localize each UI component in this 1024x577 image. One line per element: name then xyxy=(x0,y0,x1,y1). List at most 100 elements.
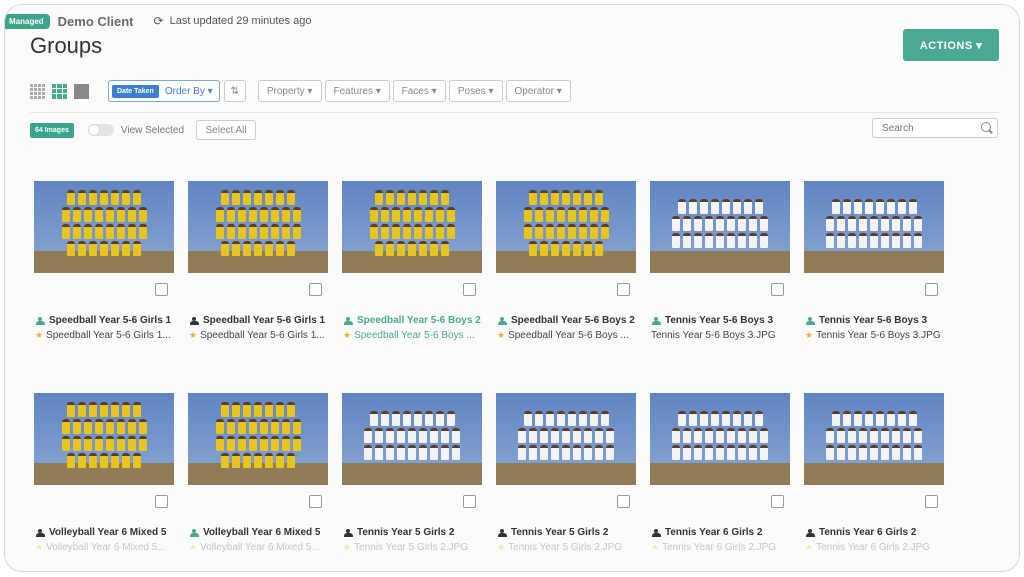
group-card[interactable]: Speedball Year 5-6 Boys 2 ★ Speedball Year… xyxy=(496,181,636,341)
select-checkbox[interactable] xyxy=(925,495,938,508)
grid-large-icon[interactable] xyxy=(74,83,89,99)
file-name: ★ Tennis Year 5 Girls 2.JPG xyxy=(497,542,641,553)
group-icon xyxy=(189,316,200,325)
select-checkbox[interactable] xyxy=(771,495,784,508)
divider xyxy=(30,112,1000,113)
image-count-badge: 64 Images xyxy=(30,122,74,138)
group-photo-thumbnail[interactable] xyxy=(342,181,482,273)
group-photo-thumbnail[interactable] xyxy=(342,393,482,485)
managed-badge: Managed xyxy=(5,13,50,29)
group-photo-thumbnail[interactable] xyxy=(188,393,328,485)
group-name[interactable]: Tennis Year 5 Girls 2 xyxy=(343,527,489,538)
page-title: Groups xyxy=(30,33,103,58)
star-icon: ★ xyxy=(805,330,814,340)
view-selected-toggle[interactable] xyxy=(87,124,114,136)
file-name: ★ Tennis Year 6 Girls 2.JPG xyxy=(805,542,949,553)
grid-small-icon[interactable] xyxy=(30,83,45,99)
group-card[interactable]: Tennis Year 5 Girls 2 ★ Tennis Year 5 Girl… xyxy=(342,393,482,553)
group-card[interactable]: Tennis Year 6 Girls 2 ★ Tennis Year 6 Girl… xyxy=(804,393,944,553)
view-selected-label: View Selected xyxy=(120,124,185,136)
group-card[interactable]: Tennis Year 5-6 Boys 3 ★ Tennis Year 5-6 B… xyxy=(804,181,944,341)
group-card[interactable]: Tennis Year 6 Girls 2 ★ Tennis Year 6 Girl… xyxy=(650,393,790,553)
group-photo-thumbnail[interactable] xyxy=(804,393,944,485)
client-name[interactable]: Demo Client xyxy=(58,14,134,29)
grid-medium-icon[interactable] xyxy=(52,83,67,99)
star-icon: ★ xyxy=(343,330,352,340)
group-icon xyxy=(497,316,508,325)
group-photo-thumbnail[interactable] xyxy=(804,181,944,273)
group-name[interactable]: Volleyball Year 6 Mixed 5 xyxy=(189,527,335,538)
group-photo-thumbnail[interactable] xyxy=(650,393,790,485)
toolbar: Date Taken Order By ▾ ⇅ Property ▾ Featu… xyxy=(30,80,571,102)
file-name-text: Speedball Year 5-6 Girls 1... xyxy=(46,330,171,341)
select-all-button[interactable]: Select All xyxy=(196,120,257,140)
group-card[interactable]: Volleyball Year 6 Mixed 5 ★ Volleyball Yea… xyxy=(34,393,174,553)
group-photo-thumbnail[interactable] xyxy=(34,181,174,273)
features-filter[interactable]: Features ▾ xyxy=(324,80,390,102)
group-name-text: Speedball Year 5-6 Boys 2 xyxy=(357,315,481,326)
file-name: Tennis Year 5-6 Boys 3.JPG xyxy=(651,330,795,341)
group-name[interactable]: Speedball Year 5-6 Boys 2 xyxy=(343,315,489,326)
operator-filter[interactable]: Operator ▾ xyxy=(505,80,571,102)
group-name-text: Speedball Year 5-6 Girls 1 xyxy=(203,315,326,326)
select-checkbox[interactable] xyxy=(925,283,938,296)
group-name-text: Volleyball Year 6 Mixed 5 xyxy=(203,527,321,538)
group-name[interactable]: Tennis Year 6 Girls 2 xyxy=(651,527,797,538)
group-name[interactable]: Volleyball Year 6 Mixed 5 xyxy=(35,527,181,538)
group-card[interactable]: Speedball Year 5-6 Girls 1 ★ Speedball Yea… xyxy=(34,181,174,341)
order-by-label: Order By ▾ xyxy=(164,85,213,97)
group-photo-thumbnail[interactable] xyxy=(34,393,174,485)
group-card[interactable]: Volleyball Year 6 Mixed 5 ★ Volleyball Yea… xyxy=(188,393,328,553)
select-checkbox[interactable] xyxy=(463,283,476,296)
search-input[interactable]: Search xyxy=(872,118,998,138)
group-name[interactable]: Speedball Year 5-6 Boys 2 xyxy=(497,315,643,326)
group-photo-thumbnail[interactable] xyxy=(650,181,790,273)
file-name: ★ Speedball Year 5-6 Girls 1... xyxy=(35,330,179,341)
star-icon: ★ xyxy=(497,330,506,340)
group-name[interactable]: Tennis Year 5 Girls 2 xyxy=(497,527,643,538)
group-name-text: Tennis Year 5-6 Boys 3 xyxy=(665,315,774,326)
select-checkbox[interactable] xyxy=(617,495,630,508)
poses-filter[interactable]: Poses ▾ xyxy=(448,80,503,102)
group-name[interactable]: Speedball Year 5-6 Girls 1 xyxy=(189,315,335,326)
select-checkbox[interactable] xyxy=(617,283,630,296)
file-name-text: Speedball Year 5-6 Boys ... xyxy=(354,330,475,341)
group-name[interactable]: Speedball Year 5-6 Girls 1 xyxy=(35,315,181,326)
order-by-dropdown[interactable]: Date Taken Order By ▾ xyxy=(108,80,220,102)
select-checkbox[interactable] xyxy=(155,495,168,508)
group-icon xyxy=(343,528,354,537)
group-photo-thumbnail[interactable] xyxy=(188,181,328,273)
star-icon: ★ xyxy=(651,542,660,552)
group-photo-thumbnail[interactable] xyxy=(496,393,636,485)
file-name-text: Tennis Year 6 Girls 2.JPG xyxy=(816,542,931,553)
group-card[interactable]: Tennis Year 5 Girls 2 ★ Tennis Year 5 Girl… xyxy=(496,393,636,553)
select-checkbox[interactable] xyxy=(309,283,322,296)
group-card[interactable]: Speedball Year 5-6 Girls 1 ★ Speedball Yea… xyxy=(188,181,328,341)
group-card[interactable]: Tennis Year 5-6 Boys 3 Tennis Year 5-6 Bo… xyxy=(650,181,790,341)
group-icon xyxy=(343,316,354,325)
group-card[interactable]: Speedball Year 5-6 Boys 2 ★ Speedball Year… xyxy=(342,181,482,341)
group-name[interactable]: Tennis Year 6 Girls 2 xyxy=(805,527,951,538)
select-checkbox[interactable] xyxy=(463,495,476,508)
sort-direction-icon[interactable]: ⇅ xyxy=(223,80,246,102)
faces-filter[interactable]: Faces ▾ xyxy=(392,80,446,102)
date-taken-tag: Date Taken xyxy=(112,84,159,98)
actions-button[interactable]: ACTIONS ▾ xyxy=(903,29,999,61)
group-name-text: Volleyball Year 6 Mixed 5 xyxy=(49,527,167,538)
star-icon: ★ xyxy=(35,330,44,340)
property-filter[interactable]: Property ▾ xyxy=(257,80,322,102)
select-checkbox[interactable] xyxy=(771,283,784,296)
group-name-text: Tennis Year 5-6 Boys 3 xyxy=(819,315,928,326)
file-name-text: Speedball Year 5-6 Girls 1... xyxy=(200,330,325,341)
top-bar: Managed Demo Client ⟳ Last updated 29 mi… xyxy=(5,11,311,31)
refresh-icon[interactable]: ⟳ xyxy=(154,14,164,28)
group-name-text: Tennis Year 5 Girls 2 xyxy=(357,527,455,538)
select-checkbox[interactable] xyxy=(309,495,322,508)
file-name: ★ Tennis Year 5 Girls 2.JPG xyxy=(343,542,487,553)
group-name[interactable]: Tennis Year 5-6 Boys 3 xyxy=(651,315,797,326)
select-checkbox[interactable] xyxy=(155,283,168,296)
file-name: ★ Volleyball Year 6 Mixed 5... xyxy=(189,542,333,553)
group-photo-thumbnail[interactable] xyxy=(496,181,636,273)
group-name[interactable]: Tennis Year 5-6 Boys 3 xyxy=(805,315,951,326)
star-icon: ★ xyxy=(497,542,506,552)
